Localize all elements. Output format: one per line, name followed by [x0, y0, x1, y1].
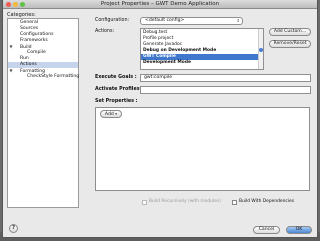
build-recursively-label: Build Recursively (with modules)	[149, 199, 221, 204]
window-title: Project Properties – GWT Demo Applicatio…	[100, 1, 220, 7]
add-custom-button[interactable]: Add Custom...	[269, 28, 311, 36]
execute-goals-field[interactable]: gwt:compile	[140, 74, 311, 82]
help-button[interactable]: ?	[9, 224, 18, 233]
configuration-value: <default config>	[145, 18, 185, 23]
add-button[interactable]: Add ▾	[100, 110, 122, 118]
list-item[interactable]: Debug on Development Mode	[141, 48, 259, 54]
list-item[interactable]: Debug.test	[141, 30, 259, 36]
tree-item-label: Frameworks	[20, 38, 48, 43]
activate-profiles-label: Activate Profiles :	[95, 87, 144, 92]
tree-item-label: Compile	[27, 50, 46, 55]
tree-item-label: CheckStyle Formatting	[27, 74, 80, 79]
build-with-dependencies-checkbox[interactable]	[232, 200, 237, 205]
dropdown-arrow-icon: ▾	[115, 112, 118, 116]
actions-scrollbar[interactable]	[258, 29, 263, 69]
tree-item-label: Run	[20, 56, 29, 61]
actions-label: Actions:	[95, 29, 115, 34]
configuration-label: Configuration:	[95, 18, 130, 23]
set-properties-label: Set Properties :	[95, 99, 138, 104]
actions-list[interactable]: Debug.test Profile project Generate Java…	[140, 28, 264, 70]
execute-goals-label: Execute Goals :	[95, 75, 137, 80]
ok-button[interactable]: OK	[286, 226, 312, 234]
set-properties-area[interactable]: Add ▾	[95, 107, 310, 191]
list-item[interactable]: Development Mode	[141, 60, 259, 66]
title-bar: Project Properties – GWT Demo Applicatio…	[3, 0, 317, 9]
build-recursively-checkbox[interactable]	[142, 200, 147, 205]
list-item[interactable]: Generate Javadoc	[141, 42, 259, 48]
activate-profiles-field[interactable]	[140, 86, 311, 94]
list-item[interactable]: Profile project	[141, 36, 259, 42]
tree-item-label: Sources	[20, 26, 39, 31]
project-properties-dialog: Project Properties – GWT Demo Applicatio…	[2, 0, 318, 238]
build-with-dependencies-label: Build With Dependencies	[239, 199, 295, 204]
remove-reset-button[interactable]: Remove/Reset	[269, 40, 311, 48]
scrollbar-thumb[interactable]	[259, 48, 263, 52]
chevron-updown-icon: ⇕	[236, 18, 240, 23]
configuration-select[interactable]: <default config> ⇕	[140, 17, 243, 25]
tree-item-checkstyle-formatting[interactable]: CheckStyle Formatting	[8, 74, 80, 80]
categories-tree[interactable]: General Sources Configurations Framework…	[7, 18, 79, 208]
tree-item-label: Actions	[20, 62, 37, 67]
tree-item-label: Configurations	[20, 32, 54, 37]
add-button-label: Add	[104, 112, 114, 117]
cancel-button[interactable]: Cancel	[253, 226, 280, 234]
tree-item-label: General	[20, 20, 39, 25]
list-item-selected[interactable]: GWT Compile	[141, 54, 259, 60]
